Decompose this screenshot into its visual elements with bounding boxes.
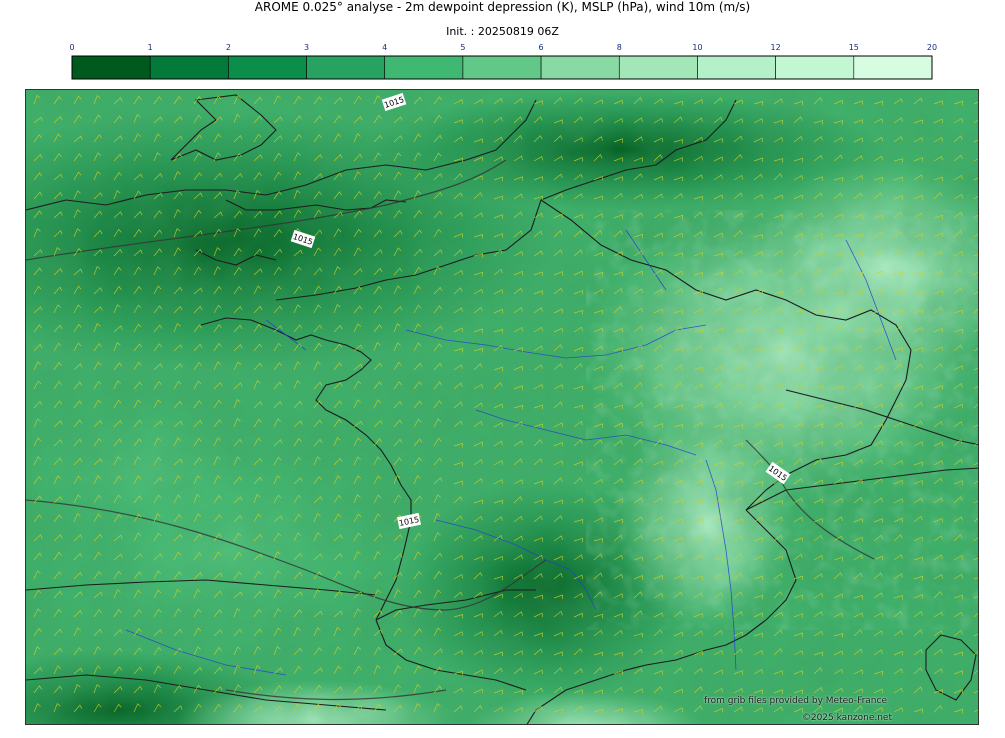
colorbar-cell [149,55,229,80]
colorbar-tick-label: 20 [927,43,937,52]
colorbar-tick-label: 2 [226,43,231,52]
data-credit: from grib files provided by Meteo-France [703,696,887,706]
colorbar-cell [697,55,776,80]
colorbar-tick-label: 5 [460,43,465,52]
colorbar-cell [71,55,151,80]
colorbar-cell [775,55,855,80]
colorbar-cell [384,55,464,80]
colorbar-cell [540,55,620,80]
colorbar-tick-label: 12 [771,43,781,52]
colorbar: 0 1 2 3 4 5 6 8 10 12 15 20 [69,43,937,80]
colorbar-cell [618,55,698,80]
colorbar-tick-label: 4 [382,43,387,52]
colorbar-tick-label: 1 [148,43,153,52]
colorbar-tick-label: 6 [539,43,544,52]
copyright-credit: ©2025 kanzone.net [801,713,892,723]
chart-title: AROME 0.025° analyse - 2m dewpoint depre… [254,0,751,14]
weather-map[interactable]: 1015 1015 1015 1015 [26,90,979,725]
colorbar-cell [306,55,386,80]
colorbar-tick-label: 15 [849,43,859,52]
colorbar-tick-label: 3 [304,43,309,52]
init-time: Init. : 20250819 06Z [446,25,559,38]
colorbar-cell [228,55,307,80]
colorbar-tick-label: 0 [69,43,74,52]
map-panel[interactable]: 1015 1015 1015 1015 [25,89,979,725]
colorbar-cell [853,55,933,80]
colorbar-tick-label: 8 [617,43,622,52]
colorbar-tick-label: 10 [692,43,702,52]
colorbar-cell [462,55,542,80]
